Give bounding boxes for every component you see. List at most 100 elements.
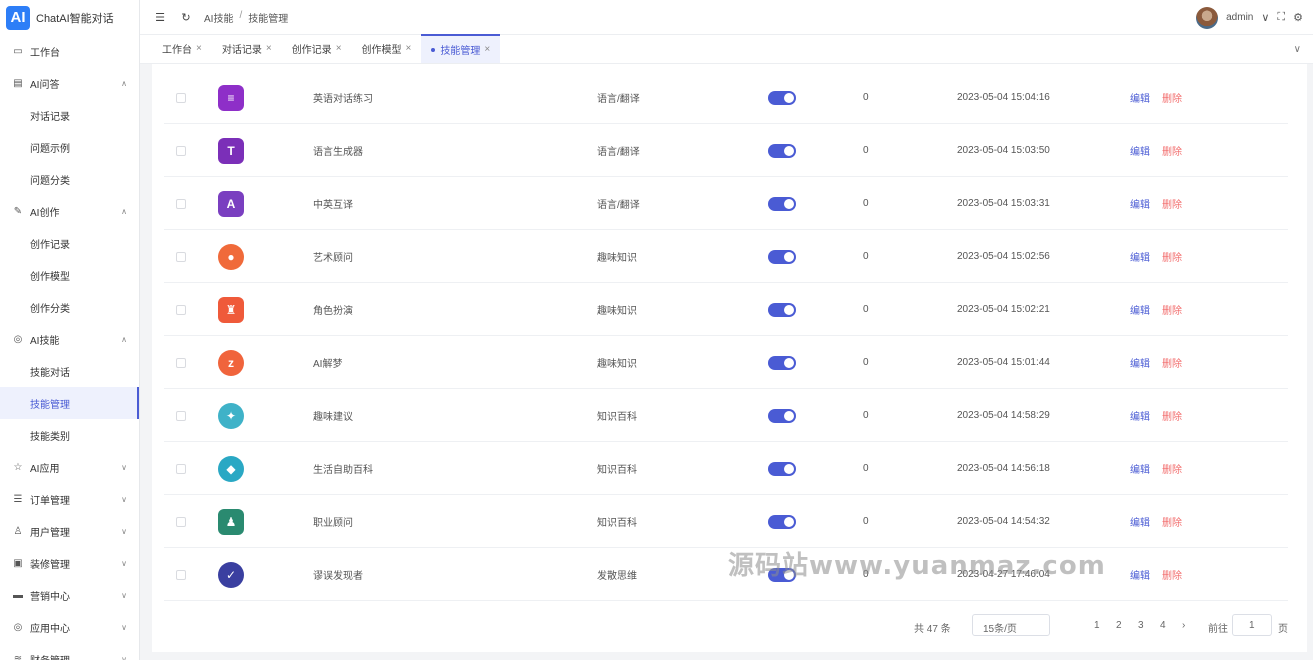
- app-logo[interactable]: AI ChatAI智能对话: [0, 0, 139, 35]
- refresh-icon[interactable]: ↻: [180, 11, 192, 24]
- sidebar-item[interactable]: ☰ 订单管理 ∨: [0, 483, 139, 515]
- delete-button[interactable]: 删除: [1162, 90, 1182, 105]
- delete-button[interactable]: 删除: [1162, 355, 1182, 370]
- page-2[interactable]: 2: [1116, 620, 1122, 631]
- sidebar-item-label: 工作台: [30, 47, 60, 59]
- delete-button[interactable]: 删除: [1162, 461, 1182, 476]
- status-toggle[interactable]: [768, 143, 796, 158]
- status-toggle[interactable]: [768, 196, 796, 211]
- sidebar-item[interactable]: ▣ 装修管理 ∨: [0, 547, 139, 579]
- row-checkbox[interactable]: [176, 516, 186, 527]
- chevron-icon: ∨: [121, 622, 127, 632]
- status-toggle-cell: [768, 442, 796, 495]
- close-icon[interactable]: ×: [196, 43, 202, 54]
- close-icon[interactable]: ×: [266, 43, 272, 54]
- sidebar-item-label: 订单管理: [30, 495, 70, 507]
- usage-count: 0: [863, 198, 869, 209]
- chat-bubble-icon: ≡: [218, 84, 244, 111]
- row-checkbox[interactable]: [176, 251, 186, 262]
- sidebar-item[interactable]: ♙ 用户管理 ∨: [0, 515, 139, 547]
- delete-button[interactable]: 删除: [1162, 514, 1182, 529]
- row-checkbox[interactable]: [176, 463, 186, 474]
- page-3[interactable]: 3: [1138, 620, 1144, 631]
- edit-button[interactable]: 编辑: [1130, 408, 1150, 423]
- sidebar-subitem[interactable]: 创作记录: [0, 227, 139, 259]
- breadcrumb-item[interactable]: AI技能: [204, 10, 233, 25]
- edit-button[interactable]: 编辑: [1130, 461, 1150, 476]
- sidebar-subitem[interactable]: 对话记录: [0, 99, 139, 131]
- row-checkbox[interactable]: [176, 92, 186, 103]
- edit-button[interactable]: 编辑: [1130, 302, 1150, 317]
- sidebar-item[interactable]: ☆ AI应用 ∨: [0, 451, 139, 483]
- delete-button[interactable]: 删除: [1162, 567, 1182, 582]
- avatar[interactable]: [1196, 6, 1219, 29]
- tab[interactable]: 工作台 ×: [152, 34, 212, 63]
- delete-button[interactable]: 删除: [1162, 302, 1182, 317]
- close-icon[interactable]: ×: [484, 44, 490, 55]
- edit-button[interactable]: 编辑: [1130, 143, 1150, 158]
- edit-button[interactable]: 编辑: [1130, 196, 1150, 211]
- toggle-knob: [784, 304, 794, 315]
- status-toggle[interactable]: [768, 302, 796, 317]
- table-row: ✦ 趣味建议 知识百科 0 2023-05-04 14:58:29 编辑 删除: [164, 389, 1288, 442]
- gear-icon[interactable]: ⚙: [1293, 11, 1303, 24]
- sidebar-item[interactable]: ▤ AI问答 ∧: [0, 67, 139, 99]
- sidebar-subitem[interactable]: 问题分类: [0, 163, 139, 195]
- row-checkbox[interactable]: [176, 569, 186, 580]
- table-row: A 中英互译 语言/翻译 0 2023-05-04 15:03:31 编辑 删除: [164, 177, 1288, 230]
- sidebar-subitem[interactable]: 创作分类: [0, 291, 139, 323]
- page-4[interactable]: 4: [1160, 620, 1166, 631]
- edit-button[interactable]: 编辑: [1130, 355, 1150, 370]
- status-toggle[interactable]: [768, 514, 796, 529]
- tabs-chevron-icon[interactable]: ∨: [1294, 44, 1301, 55]
- sidebar-item[interactable]: ✎ AI创作 ∧: [0, 195, 139, 227]
- status-toggle[interactable]: [768, 355, 796, 370]
- sidebar-item[interactable]: ◎ AI技能 ∧: [0, 323, 139, 355]
- delete-button[interactable]: 删除: [1162, 249, 1182, 264]
- sidebar-item-label: 用户管理: [30, 527, 70, 539]
- close-icon[interactable]: ×: [336, 43, 342, 54]
- row-checkbox[interactable]: [176, 304, 186, 315]
- row-checkbox[interactable]: [176, 410, 186, 421]
- sidebar-subitem[interactable]: 技能对话: [0, 355, 139, 387]
- sidebar-subitem[interactable]: 技能管理: [0, 387, 139, 419]
- sidebar-item[interactable]: ▭ 工作台: [0, 35, 139, 67]
- row-checkbox[interactable]: [176, 198, 186, 209]
- delete-button[interactable]: 删除: [1162, 196, 1182, 211]
- tab[interactable]: 创作记录 ×: [282, 34, 352, 63]
- row-checkbox-cell: [176, 548, 186, 601]
- page-size-select[interactable]: 15条/页: [972, 614, 1050, 636]
- edit-button[interactable]: 编辑: [1130, 514, 1150, 529]
- menu-fold-icon[interactable]: ☰: [154, 11, 166, 24]
- sidebar-subitem[interactable]: 创作模型: [0, 259, 139, 291]
- delete-button[interactable]: 删除: [1162, 143, 1182, 158]
- sidebar-item[interactable]: ▬ 营销中心 ∨: [0, 579, 139, 611]
- page-1[interactable]: 1: [1094, 620, 1100, 631]
- edit-button[interactable]: 编辑: [1130, 249, 1150, 264]
- status-toggle[interactable]: [768, 90, 796, 105]
- star-icon: ☆: [13, 461, 23, 473]
- row-checkbox[interactable]: [176, 357, 186, 368]
- status-toggle[interactable]: [768, 461, 796, 476]
- chevron-down-icon[interactable]: ∨: [1261, 11, 1269, 24]
- next-page-button[interactable]: ›: [1182, 620, 1185, 631]
- row-checkbox[interactable]: [176, 145, 186, 156]
- tab[interactable]: 创作模型 ×: [352, 34, 422, 63]
- close-icon[interactable]: ×: [406, 43, 412, 54]
- status-toggle-cell: [768, 283, 796, 336]
- sidebar-subitem[interactable]: 问题示例: [0, 131, 139, 163]
- edit-button[interactable]: 编辑: [1130, 567, 1150, 582]
- username[interactable]: admin: [1226, 12, 1253, 23]
- edit-button[interactable]: 编辑: [1130, 90, 1150, 105]
- delete-button[interactable]: 删除: [1162, 408, 1182, 423]
- skill-name: 趣味建议: [313, 412, 353, 423]
- goto-input[interactable]: 1: [1232, 614, 1272, 636]
- sidebar-subitem[interactable]: 技能类别: [0, 419, 139, 451]
- sidebar-item[interactable]: ◎ 应用中心 ∨: [0, 611, 139, 643]
- fullscreen-icon[interactable]: ⛶: [1277, 11, 1285, 24]
- status-toggle[interactable]: [768, 408, 796, 423]
- status-toggle[interactable]: [768, 249, 796, 264]
- sidebar-item[interactable]: ≋ 财务管理 ∨: [0, 643, 139, 660]
- tab[interactable]: 技能管理 ×: [421, 34, 501, 63]
- tab[interactable]: 对话记录 ×: [212, 34, 282, 63]
